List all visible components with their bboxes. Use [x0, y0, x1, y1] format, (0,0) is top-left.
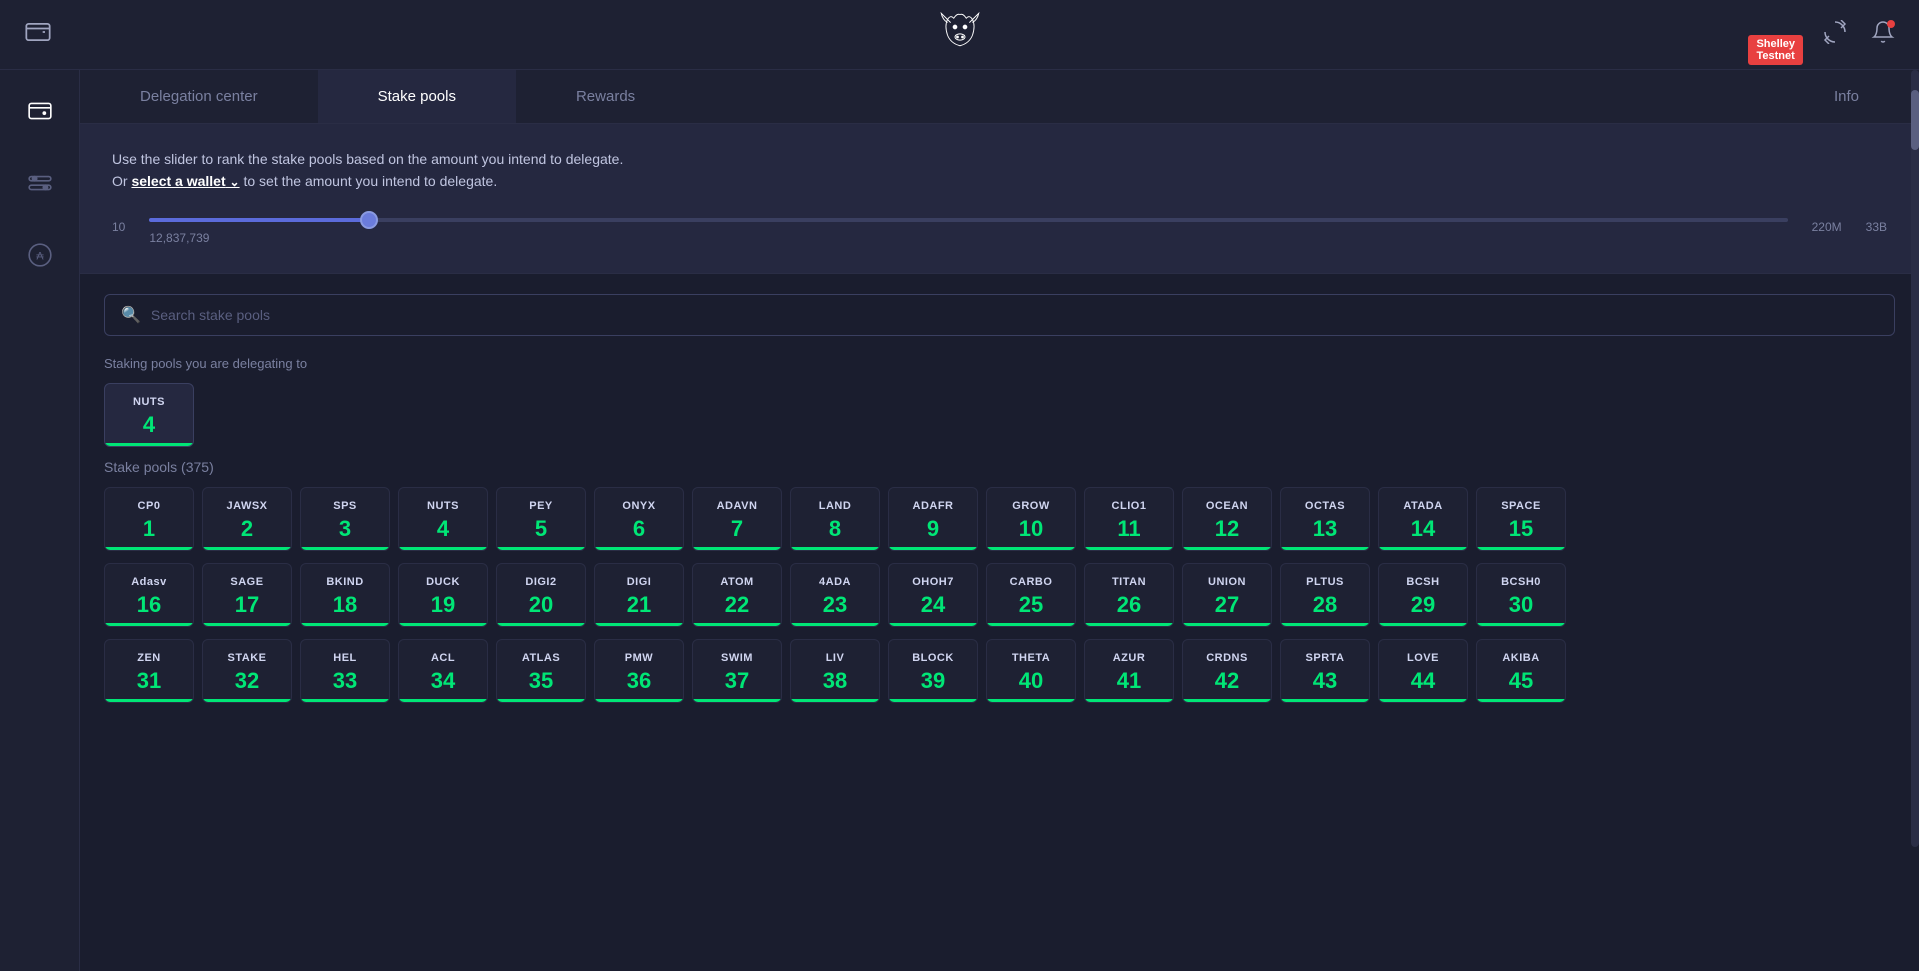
pool-card-atom[interactable]: ATOM 22 — [692, 563, 782, 627]
delegating-section: Staking pools you are delegating to NUTS… — [80, 336, 1919, 703]
pool-card-ohoh7[interactable]: OHOH7 24 — [888, 563, 978, 627]
pool-card-akiba[interactable]: AKIBA 45 — [1476, 639, 1566, 703]
pool-card-stake[interactable]: STAKE 32 — [202, 639, 292, 703]
pool-name-nuts: NUTS — [113, 396, 185, 408]
pool-card-octas[interactable]: OCTAS 13 — [1280, 487, 1370, 551]
pool-card-liv[interactable]: LIV 38 — [790, 639, 880, 703]
select-wallet-link[interactable]: select a wallet ⌄ — [131, 173, 239, 189]
search-input[interactable] — [151, 307, 1878, 323]
topbar-left — [20, 14, 56, 56]
slider-min-label: 10 — [112, 220, 125, 234]
pool-card-ocean[interactable]: OCEAN 12 — [1182, 487, 1272, 551]
pools-count-label: Stake pools (375) — [104, 459, 1895, 475]
slider-max-label-1: 220M — [1812, 220, 1842, 234]
pool-card-sps[interactable]: SPS 3 — [300, 487, 390, 551]
delegation-slider[interactable] — [149, 218, 1787, 222]
pool-card-union[interactable]: UNION 27 — [1182, 563, 1272, 627]
pool-card-bkind[interactable]: BKIND 18 — [300, 563, 390, 627]
pool-card-duck[interactable]: DUCK 19 — [398, 563, 488, 627]
pool-card-atada[interactable]: ATADA 14 — [1378, 487, 1468, 551]
pool-card-onyx[interactable]: ONYX 6 — [594, 487, 684, 551]
pool-row-1: CP0 1 JAWSX 2 SPS 3 NUTS 4 PEY 5 ONYX 6 — [104, 487, 1895, 551]
app-logo — [935, 7, 985, 57]
pool-card-cp0[interactable]: CP0 1 — [104, 487, 194, 551]
pool-card-pmw[interactable]: PMW 36 — [594, 639, 684, 703]
search-box: 🔍 — [104, 294, 1895, 336]
pool-row-3: ZEN 31 STAKE 32 HEL 33 ACL 34 ATLAS 35 P… — [104, 639, 1895, 703]
pool-card-titan[interactable]: TITAN 26 — [1084, 563, 1174, 627]
delegating-pool-card-nuts[interactable]: NUTS 4 — [104, 383, 194, 447]
sync-button[interactable] — [1819, 16, 1851, 54]
pool-card-adafr[interactable]: ADAFR 9 — [888, 487, 978, 551]
slider-max-label-2: 33B — [1866, 220, 1887, 234]
pool-card-hel[interactable]: HEL 33 — [300, 639, 390, 703]
pool-card-land[interactable]: LAND 8 — [790, 487, 880, 551]
nav-tabs: Delegation center Stake pools Rewards In… — [80, 70, 1919, 124]
notification-button[interactable] — [1867, 16, 1899, 54]
pool-card-sage[interactable]: SAGE 17 — [202, 563, 292, 627]
pool-card-sprta[interactable]: SPRTA 43 — [1280, 639, 1370, 703]
pool-card-nuts-4[interactable]: NUTS 4 — [398, 487, 488, 551]
pool-card-block[interactable]: BLOCK 39 — [888, 639, 978, 703]
topbar: Shelley Testnet — [0, 0, 1919, 70]
scrollbar[interactable] — [1911, 70, 1919, 847]
svg-text:₳: ₳ — [36, 250, 44, 262]
slider-value-display: 12,837,739 — [149, 231, 1787, 245]
sidebar-item-ada[interactable]: ₳ — [19, 234, 61, 282]
pool-card-carbo[interactable]: CARBO 25 — [986, 563, 1076, 627]
sidebar: ₳ — [0, 70, 80, 971]
tab-rewards[interactable]: Rewards — [516, 70, 695, 123]
pool-card-acl[interactable]: ACL 34 — [398, 639, 488, 703]
slider-container: 12,837,739 — [149, 209, 1787, 245]
search-section: 🔍 — [80, 274, 1919, 336]
pool-card-adasv[interactable]: Adasv 16 — [104, 563, 194, 627]
search-icon: 🔍 — [121, 305, 141, 325]
sidebar-item-toggle[interactable] — [19, 162, 61, 210]
sidebar-item-wallet[interactable] — [19, 90, 61, 138]
tab-info[interactable]: Info — [1774, 70, 1919, 123]
topbar-center — [935, 7, 985, 62]
pool-number-nuts: 4 — [113, 412, 185, 438]
slider-max-labels: 220M 33B — [1812, 220, 1887, 234]
pool-card-4ada[interactable]: 4ADA 23 — [790, 563, 880, 627]
slider-description: Use the slider to rank the stake pools b… — [112, 148, 1887, 193]
topbar-right: Shelley Testnet — [1803, 16, 1899, 54]
pool-row-2: Adasv 16 SAGE 17 BKIND 18 DUCK 19 DIGI2 … — [104, 563, 1895, 627]
pool-card-love[interactable]: LOVE 44 — [1378, 639, 1468, 703]
wallet-button[interactable] — [20, 14, 56, 56]
pool-card-digi[interactable]: DIGI 21 — [594, 563, 684, 627]
pool-card-adavn[interactable]: ADAVN 7 — [692, 487, 782, 551]
main-content: Use the slider to rank the stake pools b… — [80, 124, 1919, 703]
pool-card-digi2[interactable]: DIGI2 20 — [496, 563, 586, 627]
delegating-label: Staking pools you are delegating to — [104, 356, 1895, 371]
pool-card-crdns[interactable]: CRDNS 42 — [1182, 639, 1272, 703]
scrollbar-thumb[interactable] — [1911, 90, 1919, 150]
notification-dot — [1887, 20, 1895, 28]
pool-card-theta[interactable]: THETA 40 — [986, 639, 1076, 703]
pool-card-jawsx[interactable]: JAWSX 2 — [202, 487, 292, 551]
pool-card-azur[interactable]: AZUR 41 — [1084, 639, 1174, 703]
pool-card-zen[interactable]: ZEN 31 — [104, 639, 194, 703]
delegating-pool-cards: NUTS 4 — [104, 383, 1895, 447]
pool-card-space[interactable]: SPACE 15 — [1476, 487, 1566, 551]
tab-delegation-center[interactable]: Delegation center — [80, 70, 318, 123]
pool-card-bcsh[interactable]: BCSH 29 — [1378, 563, 1468, 627]
pool-card-atlas[interactable]: ATLAS 35 — [496, 639, 586, 703]
slider-section: Use the slider to rank the stake pools b… — [80, 124, 1919, 274]
pool-card-grow[interactable]: GROW 10 — [986, 487, 1076, 551]
shelley-badge: Shelley Testnet — [1748, 35, 1803, 65]
pool-card-swim[interactable]: SWIM 37 — [692, 639, 782, 703]
pool-card-clio1[interactable]: CLIO1 11 — [1084, 487, 1174, 551]
pool-card-pey[interactable]: PEY 5 — [496, 487, 586, 551]
pool-card-pltus[interactable]: PLTUS 28 — [1280, 563, 1370, 627]
pool-card-bcsh0[interactable]: BCSH0 30 — [1476, 563, 1566, 627]
tab-stake-pools[interactable]: Stake pools — [318, 70, 516, 123]
